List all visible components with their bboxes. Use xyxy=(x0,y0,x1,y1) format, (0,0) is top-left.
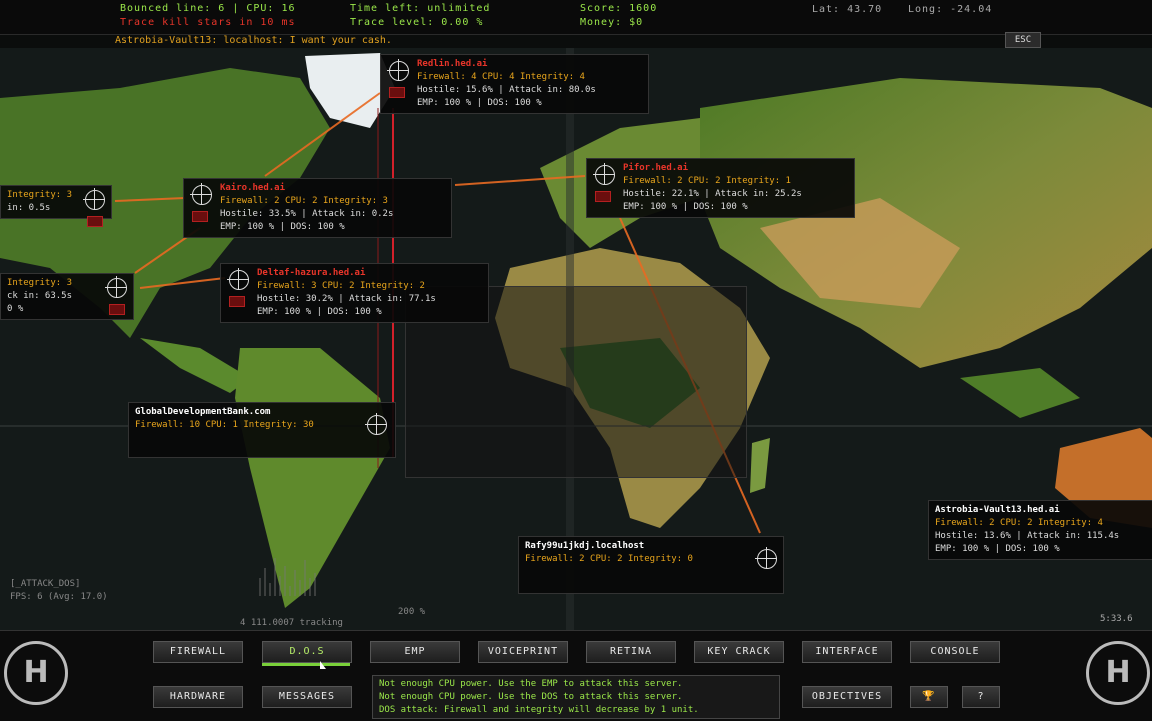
target-reticle-icon[interactable] xyxy=(593,163,615,185)
server-panel-redlin[interactable]: Redlin.hed.ai Firewall: 4 CPU: 4 Integri… xyxy=(380,54,649,114)
dos-button[interactable]: D.O.S xyxy=(262,641,352,663)
alert-icon xyxy=(595,191,611,202)
server-name: Kairo.hed.ai xyxy=(220,183,286,193)
firewall-button[interactable]: FIREWALL xyxy=(153,641,243,663)
hed-logo-icon: H xyxy=(1086,641,1150,705)
server-stats: Firewall: 3 CPU: 2 Integrity: 2 xyxy=(257,281,425,291)
server-stats: Firewall: 4 CPU: 4 Integrity: 4 xyxy=(417,72,585,82)
hed-logo-icon: H xyxy=(4,641,68,705)
alert-icon xyxy=(87,216,103,227)
server-stats: Firewall: 10 CPU: 1 Integrity: 30 xyxy=(135,420,314,430)
server-attack-status: EMP: 100 % | DOS: 100 % xyxy=(257,307,382,317)
server-attack-status: EMP: 100 % | DOS: 100 % xyxy=(623,202,748,212)
alert-icon xyxy=(389,87,405,98)
tracking-readout: 4 111.0007 tracking xyxy=(240,618,343,628)
server-hostile: Hostile: 13.6% | Attack in: 115.4s xyxy=(935,531,1120,541)
chat-message: Astrobia-Vault13: localhost: I want your… xyxy=(115,35,392,46)
server-name: GlobalDevelopmentBank.com xyxy=(135,407,271,417)
server-attack-status: EMP: 100 % | DOS: 100 % xyxy=(417,98,542,108)
trophy-button[interactable]: 🏆 xyxy=(910,686,948,708)
latitude-readout: Lat: 43.70 xyxy=(812,4,883,15)
esc-button[interactable]: ESC xyxy=(1005,32,1041,48)
alert-icon xyxy=(109,304,125,315)
score-stat: Score: 1600 xyxy=(580,3,658,14)
alert-icon xyxy=(192,211,208,222)
server-name: Pifor.hed.ai xyxy=(623,163,689,173)
alert-icon xyxy=(229,296,245,307)
attack-mode-label: [_ATTACK_DOS] xyxy=(10,579,81,589)
server-name: Astrobia-Vault13.hed.ai xyxy=(935,505,1060,515)
world-map[interactable]: Redlin.hed.ai Firewall: 4 CPU: 4 Integri… xyxy=(0,48,1152,630)
server-hostile: Hostile: 22.1% | Attack in: 25.2s xyxy=(623,189,802,199)
server-stats: Firewall: 2 CPU: 2 Integrity: 3 xyxy=(220,196,388,206)
target-reticle-icon[interactable] xyxy=(227,268,249,290)
bounced-line-stat: Bounced line: 6 | CPU: 16 xyxy=(120,3,296,14)
message-line: Not enough CPU power. Use the EMP to att… xyxy=(379,679,683,689)
console-button[interactable]: CONSOLE xyxy=(910,641,1000,663)
target-reticle-icon[interactable] xyxy=(83,188,105,210)
server-name: Redlin.hed.ai xyxy=(417,59,488,69)
hardware-button[interactable]: HARDWARE xyxy=(153,686,243,708)
help-button[interactable]: ? xyxy=(962,686,1000,708)
trace-kill-stat: Trace kill stars in 10 ms xyxy=(120,17,296,28)
server-stats: Firewall: 2 CPU: 2 Integrity: 0 xyxy=(525,554,693,564)
money-stat: Money: $0 xyxy=(580,17,644,28)
status-bar: Bounced line: 6 | CPU: 16 Trace kill sta… xyxy=(0,0,1152,35)
server-panel-west-1[interactable]: Integrity: 3 in: 0.5s xyxy=(0,185,112,227)
server-hostile: Hostile: 30.2% | Attack in: 77.1s xyxy=(257,294,436,304)
server-hostile: Hostile: 33.5% | Attack in: 0.2s xyxy=(220,209,394,219)
retina-button[interactable]: RETINA xyxy=(586,641,676,663)
emp-button[interactable]: EMP xyxy=(370,641,460,663)
key-crack-button[interactable]: KEY CRACK xyxy=(694,641,784,663)
longitude-readout: Long: -24.04 xyxy=(908,4,993,15)
server-name: Deltaf-hazura.hed.ai xyxy=(257,268,366,278)
time-left-stat: Time left: unlimited xyxy=(350,3,491,14)
objectives-button[interactable]: OBJECTIVES xyxy=(802,686,892,708)
message-line: Not enough CPU power. Use the DOS to att… xyxy=(379,692,683,702)
dos-active-indicator xyxy=(262,663,350,666)
zoom-readout: 200 % xyxy=(398,607,426,617)
server-panel-west-2[interactable]: Integrity: 3 ck in: 63.5s 0 % xyxy=(0,273,134,320)
server-panel-pifor[interactable]: Pifor.hed.ai Firewall: 2 CPU: 2 Integrit… xyxy=(586,158,855,218)
fps-readout: FPS: 6 (Avg: 17.0) xyxy=(10,592,108,602)
voiceprint-button[interactable]: VOICEPRINT xyxy=(478,641,568,663)
interface-button[interactable]: INTERFACE xyxy=(802,641,892,663)
server-stats: Firewall: 2 CPU: 2 Integrity: 1 xyxy=(623,176,791,186)
server-attack-status: EMP: 100 % | DOS: 100 % xyxy=(220,222,345,232)
target-reticle-icon[interactable] xyxy=(190,183,212,205)
timer-readout: 5:33.6 xyxy=(1100,614,1133,624)
target-reticle-icon[interactable] xyxy=(105,276,127,298)
server-panel-astrobia-vault13[interactable]: Astrobia-Vault13.hed.ai Firewall: 2 CPU:… xyxy=(928,500,1152,560)
server-attack-status: EMP: 100 % | DOS: 100 % xyxy=(935,544,1060,554)
server-name: Rafy99u1jkdj.localhost xyxy=(525,541,645,551)
server-panel-deltaf[interactable]: Deltaf-hazura.hed.ai Firewall: 3 CPU: 2 … xyxy=(220,263,489,323)
server-stats: Firewall: 2 CPU: 2 Integrity: 4 xyxy=(935,518,1103,528)
cursor-icon xyxy=(320,661,326,669)
server-panel-kairo[interactable]: Kairo.hed.ai Firewall: 2 CPU: 2 Integrit… xyxy=(183,178,452,238)
target-reticle-icon[interactable] xyxy=(755,547,777,569)
trace-level-stat: Trace level: 0.00 % xyxy=(350,17,484,28)
messages-button[interactable]: MESSAGES xyxy=(262,686,352,708)
message-log: Not enough CPU power. Use the EMP to att… xyxy=(372,675,780,719)
server-hostile: Hostile: 15.6% | Attack in: 80.0s xyxy=(417,85,596,95)
server-panel-globaldevelopmentbank[interactable]: GlobalDevelopmentBank.com Firewall: 10 C… xyxy=(128,402,396,458)
target-reticle-icon[interactable] xyxy=(365,413,387,435)
server-panel-rafy-localhost[interactable]: Rafy99u1jkdj.localhost Firewall: 2 CPU: … xyxy=(518,536,784,594)
target-reticle-icon[interactable] xyxy=(387,59,409,81)
message-line: DOS attack: Firewall and integrity will … xyxy=(379,705,699,715)
